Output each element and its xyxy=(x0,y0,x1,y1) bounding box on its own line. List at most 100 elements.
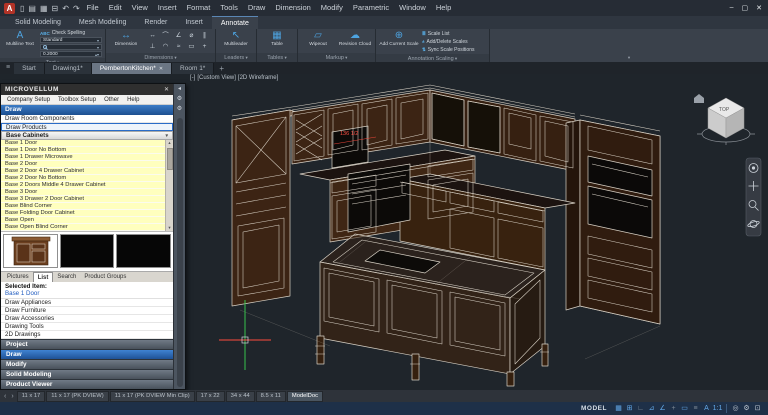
window-minimize-button[interactable]: – xyxy=(730,4,734,12)
clean-screen-icon[interactable]: ⊡ xyxy=(752,402,763,415)
list-item-draw-room-components[interactable]: Draw Room Components xyxy=(1,115,173,123)
isodraft-icon[interactable]: ∠ xyxy=(657,402,668,415)
linear-dimension-icon[interactable]: ↔ xyxy=(146,30,159,41)
tab-search[interactable]: Search xyxy=(53,272,80,282)
palette-menu-help[interactable]: Help xyxy=(124,95,142,104)
menu-view[interactable]: View xyxy=(127,0,153,16)
add-delete-scales-button[interactable]: ± Add/Delete Scales xyxy=(422,38,486,45)
list-item-draw-products[interactable]: Draw Products xyxy=(1,123,173,131)
radius-dimension-icon[interactable]: ◠ xyxy=(159,41,172,52)
dimension-button[interactable]: ↔ Dimension xyxy=(109,30,143,47)
add-current-scale-button[interactable]: ⊕ Add Current Scale xyxy=(379,30,419,47)
baseline-dimension-icon[interactable]: ∥ xyxy=(198,30,211,41)
angular-dimension-icon[interactable]: ∠ xyxy=(172,30,185,41)
new-file-icon[interactable]: ▯ xyxy=(18,4,26,13)
file-tab-menu-icon[interactable]: ≡ xyxy=(2,62,14,74)
table-button[interactable]: ▦ Table xyxy=(260,30,294,47)
ribbon-tab-mesh-modeling[interactable]: Mesh Modeling xyxy=(70,16,135,29)
viewport-visual-style-control[interactable]: [2D Wireframe] xyxy=(238,75,278,81)
multileader-button[interactable]: ↖ Multileader xyxy=(219,30,253,47)
product-item[interactable]: Base 3 Drawer 2 Door Cabinet xyxy=(1,196,173,203)
layout-scroll-left-icon[interactable]: ‹ xyxy=(2,393,8,400)
list-item-draw-appliances[interactable]: Draw Appliances xyxy=(1,299,173,307)
file-tab-drawing1[interactable]: Drawing1* xyxy=(45,63,92,74)
menu-help[interactable]: Help xyxy=(431,0,456,16)
product-item[interactable]: Base 2 Doors Middle 4 Drawer Cabinet xyxy=(1,182,173,189)
model-space-label[interactable]: MODEL xyxy=(581,405,607,412)
product-thumbnail[interactable] xyxy=(116,234,171,268)
file-tab-start[interactable]: Start xyxy=(14,63,45,74)
product-item[interactable]: Base 2 Door No Bottom xyxy=(1,175,173,182)
layout-tab[interactable]: 11 x 17 xyxy=(17,391,46,402)
window-close-button[interactable]: ✕ xyxy=(756,4,762,12)
selected-item-value[interactable]: Base 1 Door xyxy=(5,290,169,297)
text-height-input[interactable]: 0.2000▴▾ xyxy=(40,51,102,57)
check-spelling-button[interactable]: ABC Check Spelling xyxy=(40,30,102,36)
section-project[interactable]: Project xyxy=(1,339,173,349)
annotation-visibility-icon[interactable]: A xyxy=(701,402,712,415)
menu-insert[interactable]: Insert xyxy=(153,0,182,16)
ribbon-tab-solid-modeling[interactable]: Solid Modeling xyxy=(6,16,70,29)
save-icon[interactable]: ▦ xyxy=(38,4,50,13)
object-snap-icon[interactable]: + xyxy=(668,402,679,415)
menu-window[interactable]: Window xyxy=(394,0,431,16)
diameter-dimension-icon[interactable]: ⌀ xyxy=(185,30,198,41)
redo-icon[interactable]: ↷ xyxy=(71,4,82,13)
product-item[interactable]: Base Folding Door Cabinet xyxy=(1,210,173,217)
app-logo-icon[interactable]: A xyxy=(4,3,15,14)
arc-dimension-icon[interactable]: ⌒ xyxy=(159,30,172,41)
product-thumbnail[interactable] xyxy=(60,234,115,268)
settings-gear-icon[interactable]: ⚙ xyxy=(177,106,182,113)
tab-pictures[interactable]: Pictures xyxy=(3,272,33,282)
wipeout-button[interactable]: ▱ Wipeout xyxy=(301,30,335,47)
palette-menu-toolbox-setup[interactable]: Toolbox Setup xyxy=(55,95,99,104)
open-file-icon[interactable]: ▤ xyxy=(26,4,38,13)
product-item[interactable]: Base 2 Door 4 Drawer Cabinet xyxy=(1,168,173,175)
menu-dimension[interactable]: Dimension xyxy=(270,0,315,16)
menu-modify[interactable]: Modify xyxy=(316,0,348,16)
palette-menu-company-setup[interactable]: Company Setup xyxy=(4,95,53,104)
grid-icon[interactable]: ▦ xyxy=(613,402,624,415)
layout-tab[interactable]: 8.5 x 11 xyxy=(256,391,286,402)
new-tab-button[interactable]: + xyxy=(214,63,229,74)
menu-parametric[interactable]: Parametric xyxy=(348,0,394,16)
product-thumbnail[interactable] xyxy=(3,234,58,268)
panel-label-dimensions[interactable]: Dimensions xyxy=(106,53,215,62)
product-item[interactable]: Base Blind Corner xyxy=(1,203,173,210)
tab-list[interactable]: List xyxy=(33,272,54,282)
layout-tab[interactable]: 11 x 17 (PK DVIEW) xyxy=(46,391,108,402)
plot-icon[interactable]: ⊟ xyxy=(50,4,61,13)
section-solid-modeling[interactable]: Solid Modeling xyxy=(1,369,173,379)
menu-tools[interactable]: Tools xyxy=(215,0,243,16)
menu-file[interactable]: File xyxy=(82,0,104,16)
product-item[interactable]: Base 3 Door xyxy=(1,189,173,196)
palette-close-icon[interactable]: ✕ xyxy=(164,86,169,93)
section-modify[interactable]: Modify xyxy=(1,359,173,369)
model-space-viewport[interactable]: [-] [Custom View] [2D Wireframe] xyxy=(0,74,768,390)
layout-tab-modeldoc[interactable]: ModelDoc xyxy=(287,391,323,402)
text-style-select[interactable]: Standard▾ xyxy=(40,37,102,43)
ribbon-tab-insert[interactable]: Insert xyxy=(176,16,212,29)
ortho-icon[interactable]: ∟ xyxy=(635,402,646,415)
palette-scroll-track[interactable] xyxy=(177,118,183,387)
scale-list-button[interactable]: ≣ Scale List xyxy=(422,30,486,37)
section-product-viewer[interactable]: Product Viewer xyxy=(1,379,173,389)
home-icon[interactable] xyxy=(694,94,704,103)
palette-titlebar[interactable]: MICROVELLUM ✕ xyxy=(1,84,173,95)
snap-icon[interactable]: ⊞ xyxy=(624,402,635,415)
dynamic-input-icon[interactable]: ≡ xyxy=(690,402,701,415)
tab-close-icon[interactable]: ✕ xyxy=(159,66,163,72)
scroll-up-icon[interactable]: ▴ xyxy=(168,140,170,146)
window-restore-button[interactable]: ▢ xyxy=(742,4,749,12)
sync-scale-positions-button[interactable]: ⇅ Sync Scale Positions xyxy=(422,46,486,53)
quick-dimension-icon[interactable]: + xyxy=(198,41,211,52)
scrollbar-thumb[interactable] xyxy=(167,148,173,170)
ribbon-tab-annotate[interactable]: Annotate xyxy=(212,16,258,29)
panel-label-tables[interactable]: Tables xyxy=(257,53,297,62)
viewport-minimize-control[interactable]: [-] xyxy=(190,75,195,81)
undo-icon[interactable]: ↶ xyxy=(60,4,71,13)
product-item[interactable]: Base 1 Door No Bottom xyxy=(1,147,173,154)
file-tab-room1[interactable]: Room 1* xyxy=(172,63,214,74)
lineweight-icon[interactable]: ▭ xyxy=(679,402,690,415)
revision-cloud-button[interactable]: ☁ Revision Cloud xyxy=(338,30,372,47)
